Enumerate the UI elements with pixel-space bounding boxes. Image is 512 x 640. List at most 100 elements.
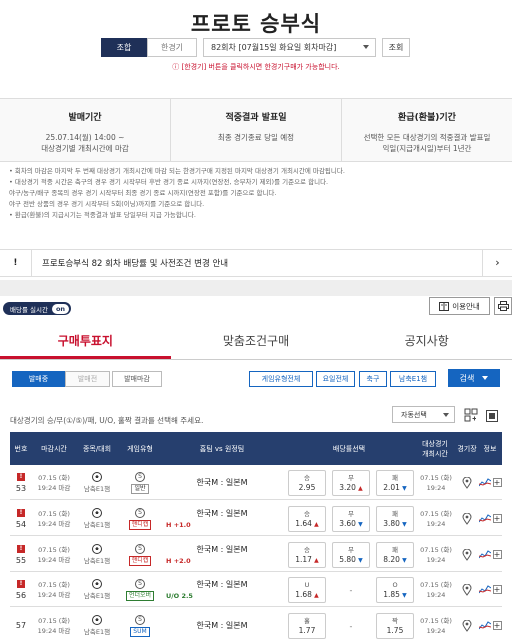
result-date-heading: 적중결과 발표일 <box>225 113 287 123</box>
section-divider <box>0 280 512 296</box>
plus-icon[interactable]: + <box>492 478 502 487</box>
exclamation-icon: ! <box>0 250 32 276</box>
odds-button[interactable]: 패 8.20 ▼ <box>376 542 414 568</box>
odds-button[interactable]: 승 1.64 ▲ <box>288 506 326 532</box>
arrow-down-icon: ▼ <box>402 591 407 599</box>
sale-period-box: 발매기간 25.07.14(월) 14:00 ~ 대상경기별 개최시간에 마감 <box>0 99 171 161</box>
handicap-value: U/O 2.5 <box>166 592 193 600</box>
combo-tab-button[interactable]: 조합 <box>101 38 147 57</box>
row-number: 55 <box>15 555 27 565</box>
map-pin-icon[interactable] <box>462 476 472 489</box>
arrow-up-icon: ▲ <box>314 520 319 528</box>
start-time-cell: 07.15 (화) 19:24 <box>416 501 456 536</box>
col-gametype: 게임유형 <box>127 444 153 453</box>
trend-chart-icon[interactable] <box>478 585 491 594</box>
match-teams: 한국M : 일본M <box>196 580 248 589</box>
sale-period-heading: 발매기간 <box>68 113 102 123</box>
live-odds-toggle[interactable]: 배당률 실시간 on <box>3 302 72 315</box>
map-pin-icon[interactable] <box>462 583 472 596</box>
chevron-right-icon[interactable]: › <box>482 250 512 276</box>
trend-chart-icon[interactable] <box>478 478 491 487</box>
deadline-cell: 07.15 (화) 19:24 마감 <box>34 501 74 536</box>
tab-purchase-slip[interactable]: 구매투표지 <box>0 327 171 359</box>
odds-change-banner[interactable]: ! 프로토승부식 82 회차 배당률 및 사전조건 변경 안내 › <box>0 249 512 277</box>
guide-button[interactable]: 이용안내 <box>429 297 490 315</box>
note-line: • 환급(환불)의 지급시기는 적중결과 발표 당일부터 지급 가능합니다. <box>9 210 196 219</box>
match-cell: 한국M : 일본M <box>162 608 282 640</box>
selection-hint: 대상경기의 승/무(①/⑤)/패, U/O, 홀짝 결과를 선택해 주세요. <box>10 416 204 425</box>
plus-icon[interactable]: + <box>492 621 502 630</box>
print-button[interactable] <box>494 297 512 315</box>
odds-label: 승 <box>304 545 310 554</box>
expand-icon[interactable] <box>486 410 498 422</box>
reset-icon[interactable] <box>464 408 478 422</box>
filter-league[interactable]: 남축E1챔 <box>390 371 436 387</box>
single-game-tab-button[interactable]: 한경기 <box>147 38 197 57</box>
search-button[interactable]: 검색 <box>448 369 500 387</box>
odds-label: 승 <box>304 509 310 518</box>
odds-button[interactable]: 무 5.80 ▼ <box>332 542 370 568</box>
filter-on-sale[interactable]: 발매중 <box>12 371 65 387</box>
venue-cell <box>456 465 478 500</box>
odds-value: 5.80 <box>339 554 356 564</box>
tab-notices[interactable]: 공지사항 <box>341 327 512 359</box>
plus-icon[interactable]: + <box>492 550 502 559</box>
row-number: 54 <box>15 519 27 529</box>
live-odds-label: 배당률 실시간 <box>10 305 48 314</box>
start-time: 19:24 <box>426 626 446 635</box>
odds-button[interactable]: 무 3.60 ▼ <box>332 506 370 532</box>
trend-chart-icon[interactable] <box>478 550 491 559</box>
deadline-cell: 07.15 (화) 19:24 마감 <box>34 572 74 607</box>
deadline-time: 19:24 마감 <box>37 483 71 492</box>
map-pin-icon[interactable] <box>462 548 472 561</box>
map-pin-icon[interactable] <box>462 512 472 525</box>
match-teams: 한국M : 일본M <box>196 545 248 554</box>
filter-closed[interactable]: 발매마감 <box>112 371 162 387</box>
row-number: 56 <box>15 590 27 600</box>
odds-button[interactable]: U 1.68 ▲ <box>288 577 326 603</box>
plus-icon[interactable]: + <box>492 514 502 523</box>
deadline-date: 07.15 (화) <box>38 580 70 589</box>
odds-button[interactable]: 짝 1.75 <box>376 613 414 639</box>
odds-button[interactable]: 홀 1.77 <box>288 613 326 639</box>
table-row: ! 55 07.15 (화) 19:24 마감 남축E1챔 S 핸디캡 한국M : 일본M H … <box>10 537 502 572</box>
start-time: 19:24 <box>426 555 446 564</box>
col-league: 종목/대회 <box>82 444 112 453</box>
col-venue: 경기장 <box>457 444 477 453</box>
odds-label: 패 <box>392 509 398 518</box>
auto-select-dropdown[interactable]: 자동선택 <box>392 406 455 423</box>
round-select[interactable]: 82회차 [07월15일 화요일 회차마감] <box>203 38 376 57</box>
col-info: 정보 <box>483 444 497 453</box>
trend-chart-icon[interactable] <box>478 514 491 523</box>
sale-period-line: 25.07.14(월) 14:00 ~ <box>45 133 125 142</box>
query-button[interactable]: 조회 <box>382 38 410 57</box>
result-date-box: 적중결과 발표일 최종 경기종료 당일 예정 <box>171 99 342 161</box>
filter-day-all[interactable]: 요일전체 <box>316 371 355 387</box>
tab-custom-purchase[interactable]: 맞춤조건구매 <box>171 327 342 359</box>
odds-button[interactable]: 승 2.95 <box>288 470 326 496</box>
filter-before-sale[interactable]: 발매전 <box>65 371 110 387</box>
odds-button[interactable]: O 1.85 ▼ <box>376 577 414 603</box>
map-pin-icon[interactable] <box>462 619 472 632</box>
start-time: 19:24 <box>426 483 446 492</box>
odds-button[interactable]: 무 3.20 ▲ <box>332 470 370 496</box>
rules-notes: • 회차의 마감은 마지막 두 번째 대상경기 개최시간에 마감 되는 한경기구… <box>9 166 504 221</box>
odds-button[interactable]: 패 2.01 ▼ <box>376 470 414 496</box>
start-date: 07.15 (화) <box>420 545 452 554</box>
notice-text: [한경기] 버튼을 클릭하시면 한경기구매가 가능합니다. <box>181 63 340 71</box>
odds-button[interactable]: 패 3.80 ▼ <box>376 506 414 532</box>
filter-gametype-all[interactable]: 게임유형전체 <box>249 371 313 387</box>
match-cell: 한국M : 일본M H +1.0 <box>162 501 282 536</box>
gametype-cell: S 핸디캡 <box>120 537 160 572</box>
plus-icon[interactable]: + <box>492 585 502 594</box>
alert-flag-icon: ! <box>17 544 25 553</box>
odds-button[interactable]: 승 1.17 ▲ <box>288 542 326 568</box>
trend-chart-icon[interactable] <box>478 621 491 630</box>
deadline-time: 19:24 마감 <box>37 590 71 599</box>
gametype-cell: S 핸디캡 <box>120 501 160 536</box>
deadline-date: 07.15 (화) <box>38 616 70 625</box>
start-time-cell: 07.15 (화) 19:24 <box>416 465 456 500</box>
handicap-value: H +2.0 <box>166 557 191 565</box>
league-name: 남축E1챔 <box>83 484 111 493</box>
filter-soccer[interactable]: 축구 <box>359 371 387 387</box>
